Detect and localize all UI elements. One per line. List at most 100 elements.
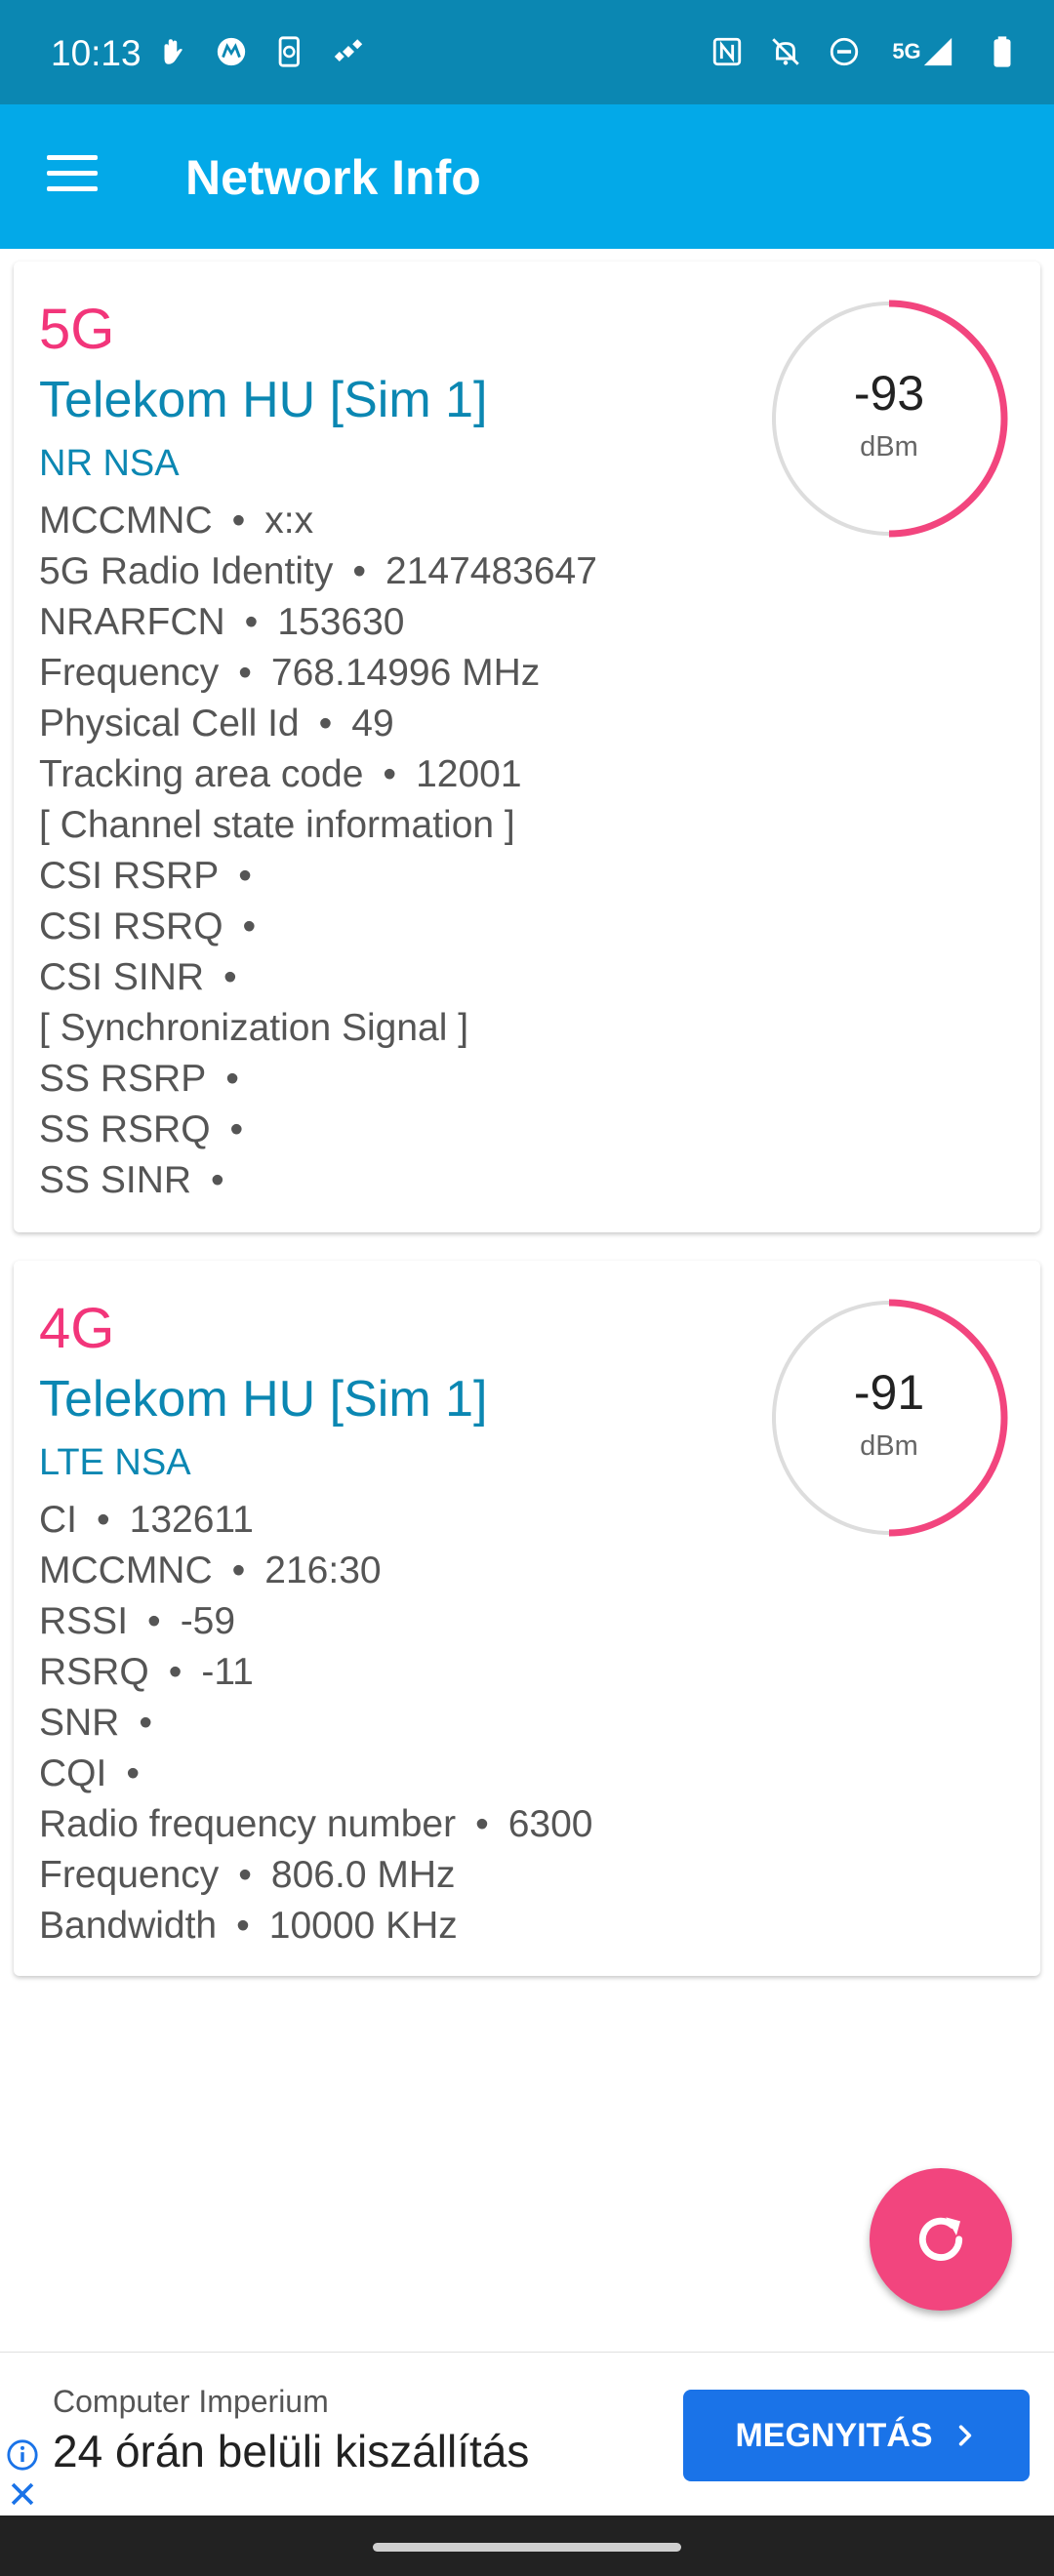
info-rows: MCCMNC • x:x 5G Radio Identity • 2147483647 NR… xyxy=(39,496,597,1206)
info-value: 153630 xyxy=(277,601,405,643)
hand-wave-icon xyxy=(156,35,189,68)
separator-dot: • xyxy=(475,1803,489,1845)
ad-headline: 24 órán belüli kiszállítás xyxy=(53,2426,530,2476)
info-value: x:x xyxy=(264,500,314,542)
separator-dot: • xyxy=(231,1550,246,1591)
separator-dot: • xyxy=(126,1752,140,1794)
info-label: RSSI xyxy=(39,1600,129,1642)
separator-dot: • xyxy=(97,1499,110,1541)
ad-info-icon[interactable] xyxy=(6,2438,39,2472)
info-label: Physical Cell Id xyxy=(39,703,300,745)
info-row: CQI • xyxy=(39,1749,593,1799)
info-row: NRARFCN • 153630 xyxy=(39,597,597,648)
info-row: SS SINR • xyxy=(39,1155,597,1206)
info-label: CSI RSRP xyxy=(39,855,220,897)
info-value: 2147483647 xyxy=(385,550,597,592)
separator-dot: • xyxy=(223,956,237,998)
separator-dot: • xyxy=(352,550,366,592)
system-nav-bar xyxy=(0,2516,1054,2576)
info-label: Bandwidth xyxy=(39,1905,218,1947)
info-row: Physical Cell Id • 49 xyxy=(39,699,597,749)
info-label: CI xyxy=(39,1499,77,1541)
home-gesture-bar[interactable] xyxy=(373,2543,681,2552)
info-row: Bandwidth • 10000 KHz xyxy=(39,1901,593,1952)
status-bar: 10:13 5G xyxy=(0,0,1054,104)
info-value: 768.14996 MHz xyxy=(270,652,541,694)
status-left-icons xyxy=(156,35,365,68)
info-value: 49 xyxy=(351,703,394,745)
separator-dot: • xyxy=(242,906,257,947)
info-row: RSSI • -59 xyxy=(39,1596,593,1647)
info-row: CSI RSRQ • xyxy=(39,902,597,952)
ad-close-icon[interactable] xyxy=(6,2477,39,2511)
separator-dot: • xyxy=(168,1651,182,1693)
separator-dot: • xyxy=(139,1702,152,1744)
operator-name: Telekom HU [Sim 1] xyxy=(39,1371,488,1428)
separator-dot: • xyxy=(229,1108,244,1150)
phone-sync-icon xyxy=(273,35,306,68)
info-label: CSI SINR xyxy=(39,956,205,998)
signal-value: -93 xyxy=(853,366,925,421)
info-label: Radio frequency number xyxy=(39,1803,457,1845)
info-label: CQI xyxy=(39,1752,107,1794)
separator-dot: • xyxy=(318,703,333,745)
info-label: CSI RSRQ xyxy=(39,906,223,947)
ad-advertiser: Computer Imperium xyxy=(53,2384,329,2419)
info-row: SS RSRQ • xyxy=(39,1105,597,1155)
separator-dot: • xyxy=(147,1600,161,1642)
do-not-disturb-icon xyxy=(828,35,861,68)
info-value: 10000 KHz xyxy=(268,1905,458,1947)
signal-unit: dBm xyxy=(860,431,918,463)
technology: LTE NSA xyxy=(39,1442,191,1483)
separator-dot: • xyxy=(231,500,246,542)
card-4g: 4G Telekom HU [Sim 1] LTE NSA CI • 132611 M… xyxy=(14,1261,1040,1976)
5g-signal-icon: 5G xyxy=(886,35,960,68)
info-label: SS RSRQ xyxy=(39,1108,211,1150)
battery-icon xyxy=(986,35,1019,68)
separator-dot: • xyxy=(236,1905,250,1947)
info-row: RSRQ • -11 xyxy=(39,1647,593,1698)
info-row: [ Channel state information ] xyxy=(39,800,597,851)
ad-banner[interactable]: Computer Imperium 24 órán belüli kiszáll… xyxy=(0,2352,1054,2516)
info-label: Tracking area code xyxy=(39,753,364,795)
silent-bell-icon xyxy=(769,35,802,68)
info-value: 6300 xyxy=(507,1803,593,1845)
menu-button[interactable] xyxy=(47,155,98,194)
info-label: MCCMNC xyxy=(39,500,213,542)
status-time: 10:13 xyxy=(51,33,142,73)
signal-value: -91 xyxy=(853,1365,925,1420)
status-right-icons: 5G xyxy=(710,35,1019,68)
info-row: SNR • xyxy=(39,1698,593,1749)
network-type: 5G xyxy=(39,298,115,361)
info-row: CSI SINR • xyxy=(39,952,597,1003)
info-row: Frequency • 806.0 MHz xyxy=(39,1850,593,1901)
info-label: Frequency xyxy=(39,652,220,694)
info-label: SS SINR xyxy=(39,1159,192,1201)
separator-dot: • xyxy=(238,1854,252,1896)
separator-dot: • xyxy=(238,855,252,897)
signal-gauge: -91 dBm xyxy=(767,1296,1011,1540)
ad-open-button[interactable]: MEGNYITÁS xyxy=(683,2390,1030,2481)
refresh-button[interactable] xyxy=(870,2168,1012,2311)
info-rows: CI • 132611 MCCMNC • 216:30 RSSI • -59 RSRQ • -11 SN… xyxy=(39,1495,593,1952)
info-value: -11 xyxy=(201,1651,254,1693)
motorola-icon xyxy=(215,35,248,68)
app-bar: Network Info xyxy=(0,104,1054,249)
separator-dot: • xyxy=(211,1159,224,1201)
info-row: 5G Radio Identity • 2147483647 xyxy=(39,546,597,597)
card-5g: 5G Telekom HU [Sim 1] NR NSA MCCMNC • x:x 5… xyxy=(14,262,1040,1232)
info-label: SS RSRP xyxy=(39,1058,207,1100)
info-value: 216:30 xyxy=(264,1550,382,1591)
signal-gauge: -93 dBm xyxy=(767,297,1011,541)
info-label: [ Synchronization Signal ] xyxy=(39,1007,469,1049)
info-label: Frequency xyxy=(39,1854,220,1896)
separator-dot: • xyxy=(238,652,252,694)
page-title: Network Info xyxy=(185,150,481,205)
network-label: 5G xyxy=(892,39,921,63)
refresh-icon xyxy=(918,2217,963,2261)
separator-dot: • xyxy=(225,1058,239,1100)
info-label: MCCMNC xyxy=(39,1550,213,1591)
signal-unit: dBm xyxy=(860,1430,918,1462)
info-row: Frequency • 768.14996 MHz xyxy=(39,648,597,699)
info-label: [ Channel state information ] xyxy=(39,804,515,846)
